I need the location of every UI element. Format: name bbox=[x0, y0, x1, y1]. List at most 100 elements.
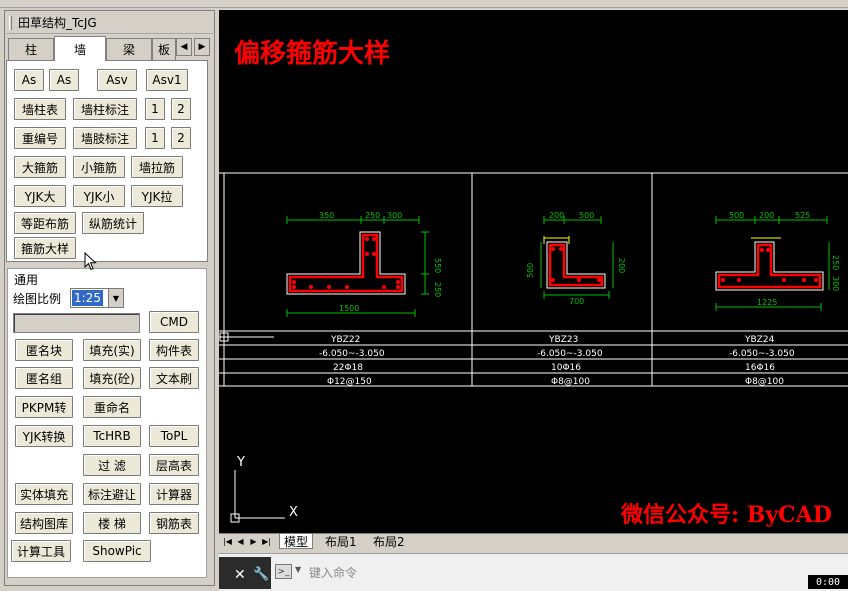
tchrb-button[interactable]: TcHRB bbox=[83, 425, 141, 447]
as-button[interactable]: As bbox=[14, 69, 44, 91]
chevron-down-icon[interactable]: ▼ bbox=[108, 289, 123, 307]
small-stirrup-button[interactable]: 小箍筋 bbox=[73, 156, 125, 178]
command-line: ✕ 🔧 >_ ▼ 键入命令 bbox=[219, 553, 848, 591]
svg-text:1500: 1500 bbox=[339, 304, 359, 313]
svg-text:-6.050~-3.050: -6.050~-3.050 bbox=[537, 349, 603, 359]
panel-tabs: 柱 墙 梁 板 ◀ ▶ bbox=[8, 36, 212, 61]
svg-text:16Φ16: 16Φ16 bbox=[745, 363, 775, 373]
cad-application: 田草结构_TcJG 柱 墙 梁 板 ◀ ▶ As As Asv Asv1 墙柱表… bbox=[0, 0, 848, 591]
svg-text:500: 500 bbox=[729, 211, 744, 220]
longitudinal-bar-stats-button[interactable]: 纵筋统计 bbox=[82, 212, 144, 234]
tab-beam[interactable]: 梁 bbox=[106, 38, 152, 60]
command-text-input[interactable] bbox=[13, 313, 140, 333]
grip-icon[interactable] bbox=[9, 16, 12, 30]
cmd-button[interactable]: CMD bbox=[149, 311, 199, 333]
ucs-y-label: Y bbox=[236, 455, 245, 470]
svg-text:1225: 1225 bbox=[757, 298, 777, 307]
first-tab-icon[interactable]: |◀ bbox=[222, 535, 233, 548]
svg-text:300: 300 bbox=[831, 276, 840, 291]
wall-tie-button[interactable]: 墙拉筋 bbox=[131, 156, 183, 178]
mouse-cursor-icon bbox=[84, 252, 97, 271]
crosshair-cursor bbox=[219, 332, 274, 342]
chevron-down-icon[interactable]: ▼ bbox=[295, 565, 301, 574]
drawing-canvas[interactable]: 偏移箍筋大样 350 250 300 1500 550 250 YBZ22 -6… bbox=[219, 10, 848, 533]
wall-limb-label-2-button[interactable]: 2 bbox=[171, 127, 191, 149]
svg-text:-6.050~-3.050: -6.050~-3.050 bbox=[729, 349, 795, 359]
drawing-scale-select[interactable]: 1:25 ▼ bbox=[70, 288, 124, 308]
watermark-text: 微信公众号: ByCAD bbox=[620, 502, 832, 528]
svg-text:700: 700 bbox=[569, 297, 584, 306]
svg-text:250: 250 bbox=[365, 211, 380, 220]
yjk-tie-button[interactable]: YJK拉 bbox=[131, 185, 183, 207]
tab-wall[interactable]: 墙 bbox=[54, 36, 106, 61]
drawing-scale-value: 1:25 bbox=[72, 290, 103, 306]
last-tab-icon[interactable]: ▶| bbox=[261, 535, 272, 548]
svg-text:Φ8@100: Φ8@100 bbox=[551, 377, 590, 387]
calc-tools-button[interactable]: 计算工具 bbox=[11, 540, 71, 562]
pkpm-convert-button[interactable]: PKPM转 bbox=[15, 396, 73, 418]
text-brush-button[interactable]: 文本刷 bbox=[149, 367, 199, 389]
topl-button[interactable]: ToPL bbox=[149, 425, 199, 447]
structure-library-button[interactable]: 结构图库 bbox=[15, 512, 73, 534]
window-top-strip bbox=[0, 0, 848, 8]
yjk-large-button[interactable]: YJK大 bbox=[14, 185, 66, 207]
filter-button[interactable]: 过 滤 bbox=[83, 454, 141, 476]
tab-layout2[interactable]: 布局2 bbox=[369, 534, 409, 549]
svg-text:-6.050~-3.050: -6.050~-3.050 bbox=[319, 349, 385, 359]
rename-button[interactable]: 重命名 bbox=[83, 396, 141, 418]
prev-tab-icon[interactable]: ◀ bbox=[235, 535, 246, 548]
tab-slab[interactable]: 板 bbox=[152, 38, 176, 60]
command-prompt-icon[interactable]: >_ bbox=[275, 564, 292, 579]
wall-column-label-1-button[interactable]: 1 bbox=[145, 98, 165, 120]
solid-fill-button[interactable]: 实体填充 bbox=[15, 483, 73, 505]
calculator-button[interactable]: 计算器 bbox=[149, 483, 199, 505]
stirrup-detail-button[interactable]: 箍筋大样 bbox=[14, 237, 76, 259]
renumber-button[interactable]: 重编号 bbox=[14, 127, 66, 149]
member-table-button[interactable]: 构件表 bbox=[149, 339, 199, 361]
yjk-convert-button[interactable]: YJK转换 bbox=[15, 425, 73, 447]
panel-title: 田草结构_TcJG bbox=[18, 16, 97, 30]
rebar-table-button[interactable]: 钢筋表 bbox=[149, 512, 199, 534]
wall-limb-label-1-button[interactable]: 1 bbox=[145, 127, 165, 149]
fill-concrete-button[interactable]: 填充(砼) bbox=[83, 367, 141, 389]
svg-text:YBZ22: YBZ22 bbox=[330, 335, 360, 345]
svg-text:22Φ18: 22Φ18 bbox=[333, 363, 363, 373]
general-group-label: 通用 bbox=[12, 271, 41, 288]
tab-layout1[interactable]: 布局1 bbox=[321, 534, 361, 549]
ucs-icon bbox=[230, 470, 285, 523]
asv1-button[interactable]: Asv1 bbox=[146, 69, 188, 91]
anonymous-group-button[interactable]: 匿名组 bbox=[15, 367, 73, 389]
equal-spacing-bar-button[interactable]: 等距布筋 bbox=[14, 212, 76, 234]
drawing-svg: 偏移箍筋大样 350 250 300 1500 550 250 YBZ22 -6… bbox=[219, 38, 848, 528]
label-avoid-button[interactable]: 标注避让 bbox=[83, 483, 141, 505]
tab-column[interactable]: 柱 bbox=[8, 38, 54, 60]
svg-text:300: 300 bbox=[387, 211, 402, 220]
next-tab-icon[interactable]: ▶ bbox=[248, 535, 259, 548]
wall-column-table-button[interactable]: 墙柱表 bbox=[14, 98, 66, 120]
tab-scroll-right-icon[interactable]: ▶ bbox=[194, 38, 210, 56]
tab-model[interactable]: 模型 bbox=[279, 534, 314, 549]
wrench-icon[interactable]: 🔧 bbox=[253, 567, 269, 582]
command-line-handle: ✕ 🔧 bbox=[219, 557, 271, 589]
close-icon[interactable]: ✕ bbox=[234, 567, 246, 583]
wall-column-label-button[interactable]: 墙柱标注 bbox=[73, 98, 137, 120]
svg-text:Φ12@150: Φ12@150 bbox=[327, 377, 372, 387]
fill-solid-button[interactable]: 填充(实) bbox=[83, 339, 141, 361]
story-height-table-button[interactable]: 层高表 bbox=[149, 454, 199, 476]
stairs-button[interactable]: 楼 梯 bbox=[83, 512, 141, 534]
svg-text:10Φ16: 10Φ16 bbox=[551, 363, 581, 373]
asv-button[interactable]: Asv bbox=[97, 69, 137, 91]
large-stirrup-button[interactable]: 大箍筋 bbox=[14, 156, 66, 178]
tab-scroll-left-icon[interactable]: ◀ bbox=[176, 38, 192, 56]
showpic-button[interactable]: ShowPic bbox=[83, 540, 151, 562]
wall-column-label-2-button[interactable]: 2 bbox=[171, 98, 191, 120]
panel-title-bar[interactable]: 田草结构_TcJG bbox=[6, 12, 213, 34]
command-input[interactable]: 键入命令 bbox=[309, 564, 357, 581]
yjk-small-button[interactable]: YJK小 bbox=[73, 185, 125, 207]
wall-limb-label-button[interactable]: 墙肢标注 bbox=[73, 127, 137, 149]
svg-text:525: 525 bbox=[795, 211, 810, 220]
svg-text:Φ8@100: Φ8@100 bbox=[745, 377, 784, 387]
anonymous-block-button[interactable]: 匿名块 bbox=[15, 339, 73, 361]
recording-timer: 0:00 bbox=[808, 575, 848, 589]
as-alt-button[interactable]: As bbox=[49, 69, 79, 91]
